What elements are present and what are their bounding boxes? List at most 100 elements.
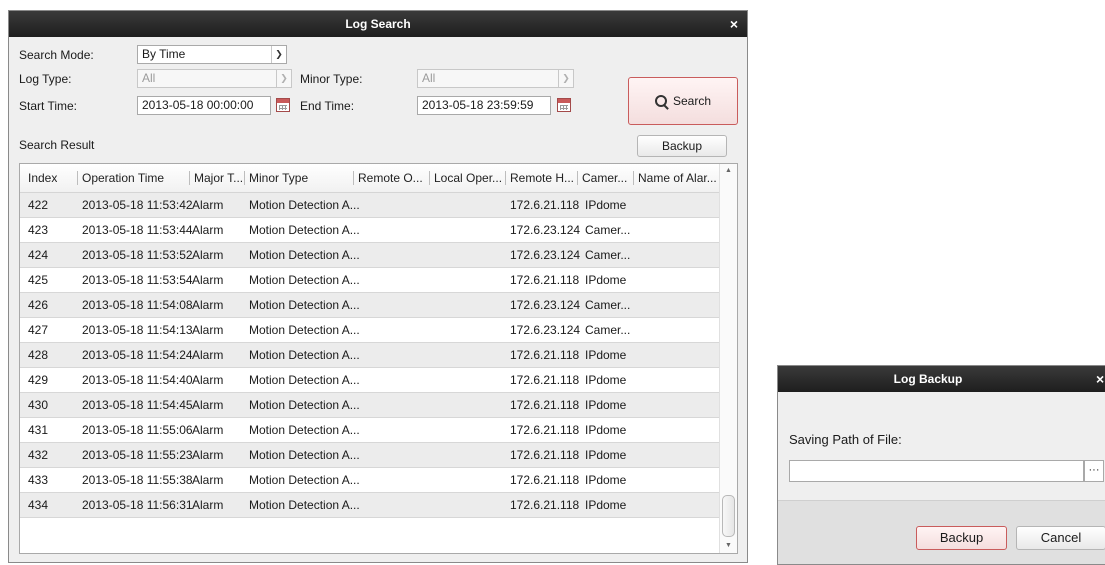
- table-cell-major: Alarm: [192, 323, 224, 337]
- table-cell-camera: IPdome: [585, 373, 627, 387]
- calendar-icon[interactable]: [276, 98, 290, 112]
- table-cell-index: 432: [28, 448, 49, 462]
- table-cell-camera: IPdome: [585, 473, 627, 487]
- log-backup-titlebar[interactable]: Log Backup ×: [778, 366, 1105, 392]
- table-cell-major: Alarm: [192, 348, 224, 362]
- table-cell-camera: Camer...: [585, 323, 631, 337]
- table-row[interactable]: 428 2013-05-18 11:54:24 Alarm Motion Detect…: [20, 343, 720, 368]
- scroll-thumb[interactable]: [722, 495, 735, 537]
- search-mode-select[interactable]: By Time ❯: [137, 45, 287, 64]
- end-time-field[interactable]: 2013-05-18 23:59:59: [417, 96, 551, 115]
- table-cell-minor: Motion Detection A...: [249, 348, 360, 362]
- column-header[interactable]: Camer...: [577, 164, 627, 192]
- table-row[interactable]: 432 2013-05-18 11:55:23 Alarm Motion Detect…: [20, 443, 720, 468]
- table-row[interactable]: 434 2013-05-18 11:56:31 Alarm Motion Detect…: [20, 493, 720, 518]
- chevron-down-icon[interactable]: ❯: [276, 70, 291, 87]
- table-cell-index: 427: [28, 323, 49, 337]
- scroll-up-icon[interactable]: ▲: [720, 164, 737, 178]
- table-cell-remote-host: 172.6.21.118: [510, 273, 580, 287]
- column-header[interactable]: Major T...: [189, 164, 243, 192]
- table-row[interactable]: 426 2013-05-18 11:54:08 Alarm Motion Detect…: [20, 293, 720, 318]
- table-cell-index: 431: [28, 423, 49, 437]
- column-header[interactable]: Index: [28, 164, 57, 192]
- chevron-down-icon[interactable]: ❯: [558, 70, 573, 87]
- table-row[interactable]: 427 2013-05-18 11:54:13 Alarm Motion Detect…: [20, 318, 720, 343]
- table-cell-time: 2013-05-18 11:53:54: [82, 273, 193, 287]
- minor-type-select[interactable]: All ❯: [417, 69, 574, 88]
- table-cell-minor: Motion Detection A...: [249, 473, 360, 487]
- table-cell-major: Alarm: [192, 498, 224, 512]
- table-cell-major: Alarm: [192, 273, 224, 287]
- table-cell-index: 434: [28, 498, 49, 512]
- scroll-down-icon[interactable]: ▼: [720, 539, 737, 553]
- table-cell-time: 2013-05-18 11:54:13: [82, 323, 193, 337]
- table-cell-camera: Camer...: [585, 223, 631, 237]
- table-cell-index: 424: [28, 248, 49, 262]
- table-cell-index: 422: [28, 198, 49, 212]
- log-search-titlebar[interactable]: Log Search ×: [9, 11, 747, 37]
- close-icon[interactable]: ×: [1096, 366, 1104, 392]
- start-time-value: 2013-05-18 00:00:00: [142, 98, 254, 112]
- table-cell-index: 428: [28, 348, 49, 362]
- table-cell-camera: IPdome: [585, 448, 627, 462]
- column-header[interactable]: Name of Alar...: [633, 164, 717, 192]
- log-type-label: Log Type:: [19, 72, 72, 86]
- table-cell-index: 433: [28, 473, 49, 487]
- table-cell-time: 2013-05-18 11:53:44: [82, 223, 193, 237]
- table-cell-major: Alarm: [192, 373, 224, 387]
- table-cell-major: Alarm: [192, 223, 224, 237]
- table-cell-time: 2013-05-18 11:54:24: [82, 348, 193, 362]
- start-time-field[interactable]: 2013-05-18 00:00:00: [137, 96, 271, 115]
- table-cell-remote-host: 172.6.21.118: [510, 448, 580, 462]
- column-header[interactable]: Remote O...: [353, 164, 423, 192]
- column-header[interactable]: Remote H...: [505, 164, 574, 192]
- table-cell-camera: IPdome: [585, 348, 627, 362]
- table-cell-remote-host: 172.6.21.118: [510, 398, 580, 412]
- table-cell-remote-host: 172.6.21.118: [510, 348, 580, 362]
- table-cell-index: 425: [28, 273, 49, 287]
- column-header[interactable]: Operation Time: [77, 164, 164, 192]
- table-cell-time: 2013-05-18 11:54:45: [82, 398, 193, 412]
- log-search-title: Log Search: [345, 17, 411, 31]
- table-cell-time: 2013-05-18 11:56:31: [82, 498, 193, 512]
- log-type-select[interactable]: All ❯: [137, 69, 292, 88]
- column-header[interactable]: Minor Type: [244, 164, 308, 192]
- table-cell-remote-host: 172.6.21.118: [510, 373, 580, 387]
- table-row[interactable]: 423 2013-05-18 11:53:44 Alarm Motion Detect…: [20, 218, 720, 243]
- table-header: Index Operation Time Major T... Minor Type R…: [20, 164, 720, 193]
- vertical-scrollbar[interactable]: ▲ ▼: [719, 164, 737, 553]
- table-row[interactable]: 431 2013-05-18 11:55:06 Alarm Motion Detect…: [20, 418, 720, 443]
- table-cell-camera: IPdome: [585, 423, 627, 437]
- table-cell-index: 426: [28, 298, 49, 312]
- table-cell-remote-host: 172.6.21.118: [510, 423, 580, 437]
- table-row[interactable]: 429 2013-05-18 11:54:40 Alarm Motion Detect…: [20, 368, 720, 393]
- log-backup-backup-button[interactable]: Backup: [916, 526, 1007, 550]
- table-row[interactable]: 422 2013-05-18 11:53:42 Alarm Motion Detect…: [20, 193, 720, 218]
- chevron-down-icon[interactable]: ❯: [271, 46, 286, 63]
- table-cell-remote-host: 172.6.21.118: [510, 473, 580, 487]
- table-row[interactable]: 424 2013-05-18 11:53:52 Alarm Motion Detect…: [20, 243, 720, 268]
- log-search-window: Log Search × Search Mode: By Time ❯ Log …: [8, 10, 748, 563]
- saving-path-input[interactable]: [789, 460, 1084, 482]
- table-cell-minor: Motion Detection A...: [249, 373, 360, 387]
- browse-button[interactable]: ···: [1084, 460, 1104, 482]
- end-time-label: End Time:: [300, 99, 355, 113]
- calendar-icon[interactable]: [557, 98, 571, 112]
- table-cell-remote-host: 172.6.23.124: [510, 248, 581, 262]
- table-cell-remote-host: 172.6.21.118: [510, 198, 580, 212]
- backup-button[interactable]: Backup: [637, 135, 727, 157]
- table-cell-remote-host: 172.6.23.124: [510, 223, 581, 237]
- column-header[interactable]: Local Oper...: [429, 164, 502, 192]
- table-row[interactable]: 425 2013-05-18 11:53:54 Alarm Motion Detect…: [20, 268, 720, 293]
- log-backup-cancel-button[interactable]: Cancel: [1016, 526, 1105, 550]
- table-body: 422 2013-05-18 11:53:42 Alarm Motion Detect…: [20, 193, 720, 518]
- table-cell-major: Alarm: [192, 448, 224, 462]
- close-icon[interactable]: ×: [730, 11, 738, 37]
- search-button[interactable]: Search: [628, 77, 738, 125]
- table-row[interactable]: 433 2013-05-18 11:55:38 Alarm Motion Detect…: [20, 468, 720, 493]
- table-cell-major: Alarm: [192, 248, 224, 262]
- table-cell-time: 2013-05-18 11:53:42: [82, 198, 193, 212]
- start-time-label: Start Time:: [19, 99, 78, 113]
- table-row[interactable]: 430 2013-05-18 11:54:45 Alarm Motion Detect…: [20, 393, 720, 418]
- table-cell-index: 430: [28, 398, 49, 412]
